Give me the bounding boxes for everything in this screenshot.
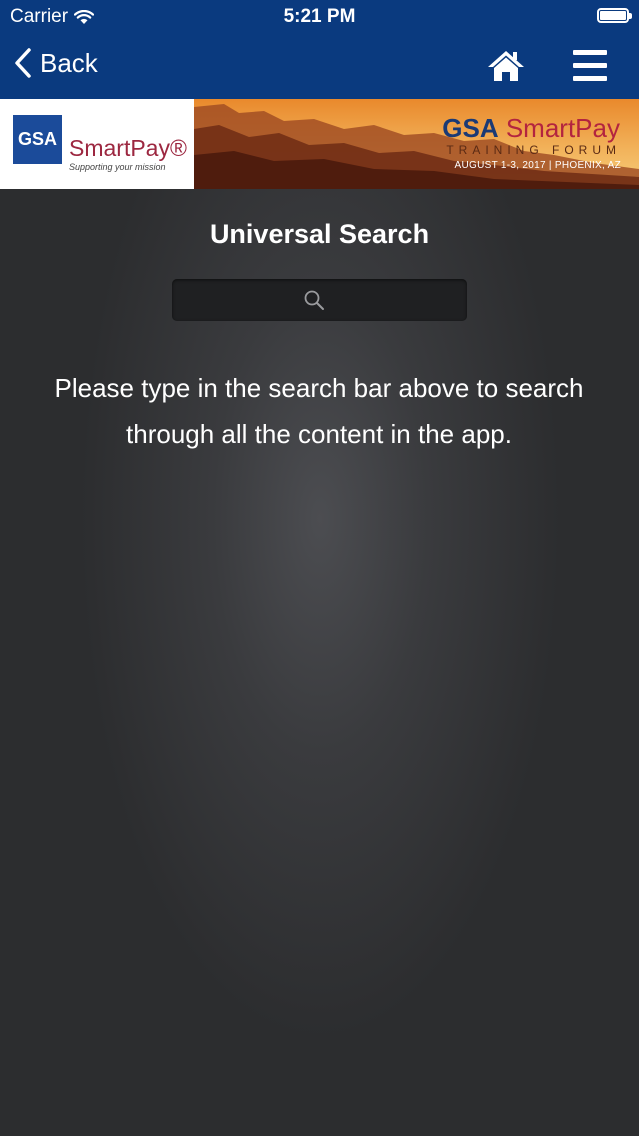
back-label: Back [40, 47, 98, 78]
battery-nub [629, 13, 632, 19]
event-date: AUGUST 1-3, 2017 | PHOENIX, AZ [454, 160, 621, 171]
search-instructions: Please type in the search bar above to s… [54, 373, 584, 449]
logo-tagline: Supporting your mission [69, 162, 166, 172]
training-forum-banner: GSA SmartPay TRAINING FORUM AUGUST 1-3, … [194, 99, 639, 189]
back-button[interactable]: Back [14, 47, 98, 79]
home-button[interactable] [486, 46, 526, 86]
hamburger-menu-icon [573, 50, 607, 81]
menu-button[interactable] [570, 46, 610, 86]
status-time: 5:21 PM [283, 6, 356, 27]
home-icon [488, 51, 524, 81]
event-title: GSA SmartPay [442, 113, 620, 144]
event-org: GSA [442, 113, 499, 143]
search-bar[interactable] [172, 279, 467, 323]
gsa-logo-badge: GSA [13, 115, 62, 164]
event-name: SmartPay [505, 113, 620, 143]
nav-bar: Back [0, 33, 639, 99]
status-bar: Carrier 5:21 PM [0, 0, 639, 33]
page-title: Universal Search [209, 219, 430, 249]
search-input[interactable] [212, 279, 457, 323]
chevron-left-icon [15, 48, 31, 78]
smartpay-logo-text: SmartPay® [69, 135, 187, 161]
event-banner: GSA SmartPay® Supporting your mission GS… [0, 99, 639, 189]
battery-icon [597, 8, 632, 23]
battery-fill [600, 11, 626, 20]
event-subtitle: TRAINING FORUM [446, 143, 621, 157]
gsa-smartpay-logo: GSA SmartPay® Supporting your mission [0, 99, 194, 189]
search-page: Universal Search Please type in the sear… [0, 189, 639, 1136]
